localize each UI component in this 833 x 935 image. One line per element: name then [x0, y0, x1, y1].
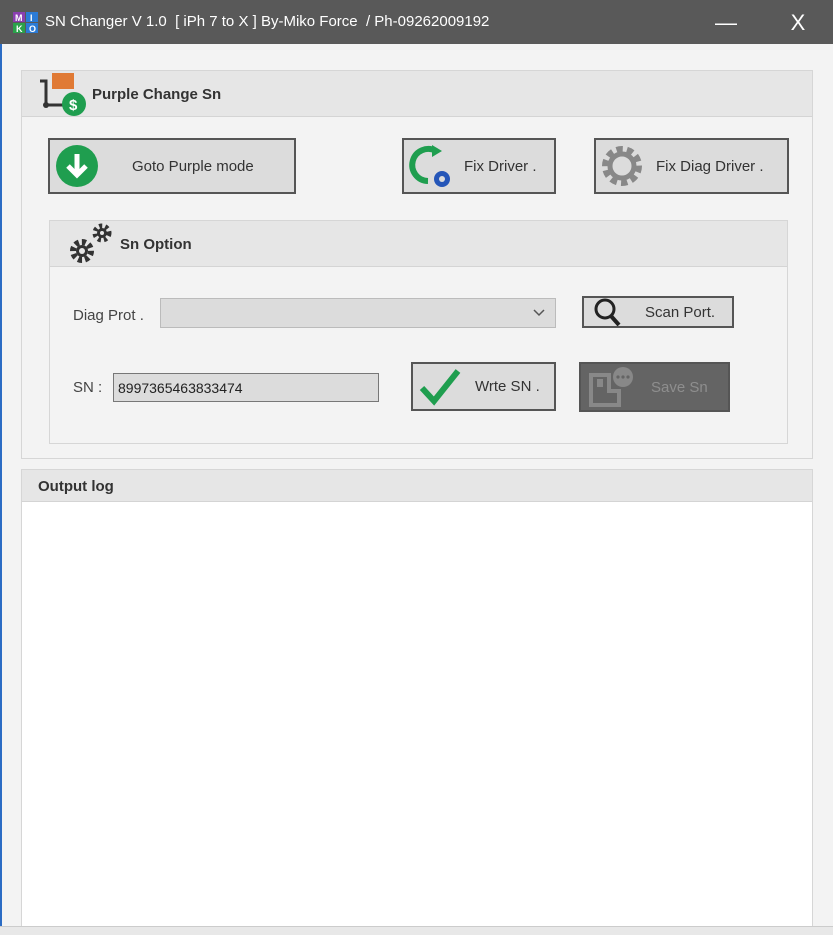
window-bottom-border	[0, 926, 833, 935]
close-button[interactable]: X	[778, 8, 818, 38]
gears-icon	[70, 223, 112, 263]
button-label: Save Sn	[651, 378, 708, 396]
svg-text:O: O	[29, 24, 36, 34]
miko-logo-icon: MI KO	[13, 12, 38, 34]
cart-dollar-icon: $	[40, 73, 86, 116]
svg-text:K: K	[16, 24, 23, 34]
diag-port-dropdown[interactable]	[160, 298, 556, 328]
window-title: SN Changer V 1.0 [ iPh 7 to X ] By-Miko …	[45, 13, 490, 30]
panel-header: $ Purple Change Sn	[22, 71, 812, 117]
fix-diag-driver-button[interactable]: Fix Diag Driver .	[594, 138, 789, 194]
output-log-title: Output log	[38, 478, 114, 495]
checkmark-icon	[419, 368, 461, 406]
sn-option-group: Sn Option Diag Prot . Scan Port. SN : Wr…	[49, 220, 788, 444]
goto-purple-mode-button[interactable]: Goto Purple mode	[48, 138, 296, 194]
button-label: Fix Diag Driver .	[656, 157, 764, 175]
scan-port-button[interactable]: Scan Port.	[582, 296, 734, 328]
output-log-textarea[interactable]	[22, 502, 812, 932]
purple-change-sn-panel: $ Purple Change Sn Goto Purple mode Fix …	[21, 70, 813, 459]
panel-title: Purple Change Sn	[92, 86, 222, 103]
group-title: Sn Option	[120, 236, 192, 253]
group-header: Sn Option	[50, 221, 787, 267]
output-log-header: Output log	[22, 470, 812, 502]
svg-text:M: M	[15, 13, 23, 23]
diag-port-label: Diag Prot .	[73, 307, 144, 324]
output-log-panel: Output log	[21, 469, 813, 935]
save-disk-icon	[589, 367, 633, 407]
button-label: Scan Port.	[645, 303, 716, 321]
download-arrow-icon	[56, 145, 98, 187]
write-sn-button[interactable]: Wrte SN .	[411, 362, 556, 411]
title-bar: MI KO SN Changer V 1.0 [ iPh 7 to X ] By…	[0, 0, 833, 44]
minimize-button[interactable]: —	[706, 8, 746, 38]
save-sn-button[interactable]: Save Sn	[579, 362, 730, 412]
sn-label: SN :	[73, 379, 103, 396]
fix-driver-button[interactable]: Fix Driver .	[402, 138, 556, 194]
button-label: Wrte SN .	[475, 378, 540, 395]
gear-icon	[602, 146, 642, 186]
svg-text:$: $	[69, 97, 78, 114]
svg-text:I: I	[30, 13, 33, 23]
button-label: Goto Purple mode	[132, 157, 254, 175]
window-border	[0, 44, 2, 935]
sn-input[interactable]	[113, 373, 379, 402]
search-icon	[594, 298, 621, 327]
button-label: Fix Driver .	[464, 157, 537, 175]
refresh-gear-icon	[409, 145, 450, 187]
chevron-down-icon	[533, 309, 545, 317]
